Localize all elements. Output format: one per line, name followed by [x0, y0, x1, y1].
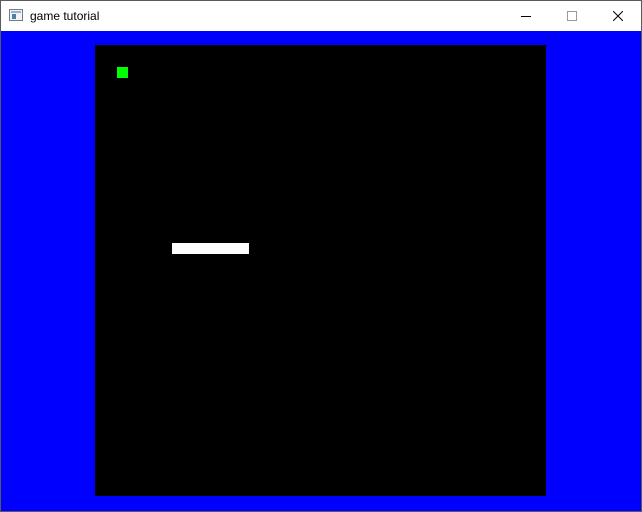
title-bar[interactable]: game tutorial [1, 1, 641, 31]
window-title: game tutorial [30, 9, 100, 23]
game-canvas[interactable] [1, 31, 641, 511]
maximize-icon [567, 11, 577, 21]
playfield [95, 45, 546, 496]
minimize-icon [521, 16, 531, 17]
game-window: game tutorial [0, 0, 642, 512]
maximize-button[interactable] [549, 1, 595, 31]
application-window-icon [9, 9, 23, 21]
close-button[interactable] [595, 1, 641, 31]
minimize-button[interactable] [503, 1, 549, 31]
white-platform [172, 243, 249, 254]
close-icon [613, 11, 623, 21]
player-square [117, 67, 128, 78]
